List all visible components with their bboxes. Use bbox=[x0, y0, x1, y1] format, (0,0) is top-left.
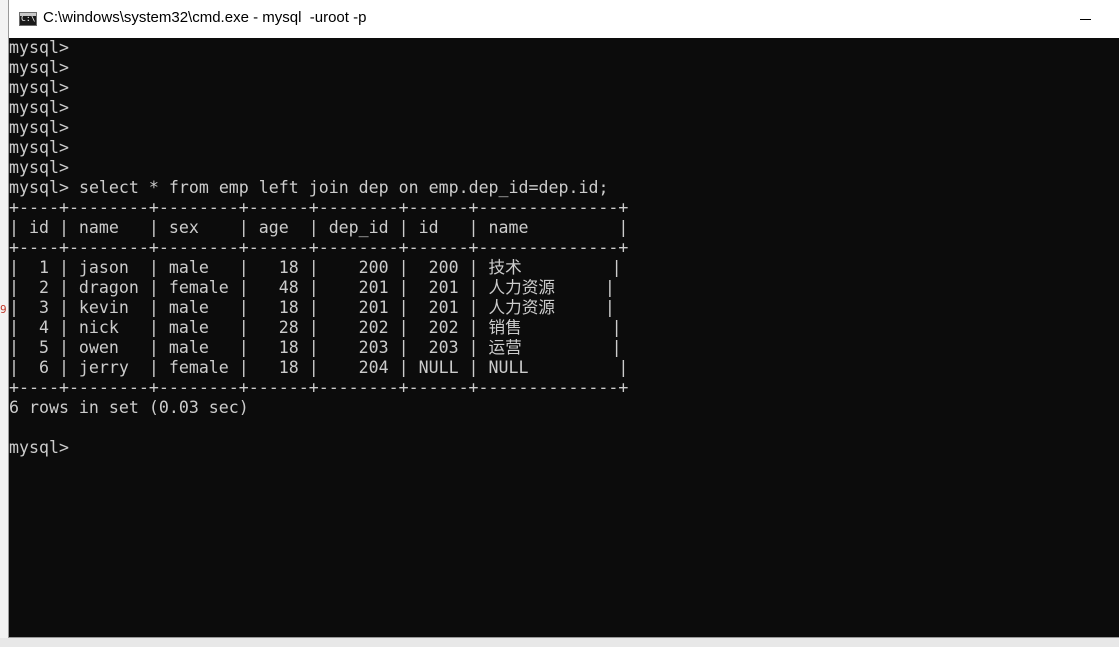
cmd-icon: C:\ bbox=[19, 12, 37, 26]
console-output[interactable]: mysql> mysql> mysql> mysql> mysql> mysql… bbox=[9, 38, 1119, 637]
table-row: | 4 | nick | male | 28 | 202 | 202 | 销售 … bbox=[9, 318, 622, 337]
prompt-line: mysql> bbox=[9, 58, 69, 77]
prompt-line: mysql> bbox=[9, 138, 69, 157]
prompt-line: mysql> bbox=[9, 38, 69, 57]
table-row: | 6 | jerry | female | 18 | 204 | NULL |… bbox=[9, 358, 629, 377]
sql-command: select * from emp left join dep on emp.d… bbox=[78, 178, 609, 197]
desktop-bottom-strip bbox=[0, 638, 1119, 647]
table-row: | 3 | kevin | male | 18 | 201 | 201 | 人力… bbox=[9, 298, 615, 317]
prompt-line: mysql> bbox=[9, 118, 69, 137]
scrollbar[interactable] bbox=[1102, 38, 1119, 637]
prompt-line: mysql> bbox=[9, 78, 69, 97]
table-header: | id | name | sex | age | dep_id | id | … bbox=[9, 218, 629, 237]
table-border: +----+--------+--------+------+--------+… bbox=[9, 378, 629, 397]
result-summary: 6 rows in set (0.03 sec) bbox=[9, 398, 249, 417]
final-prompt[interactable]: mysql> bbox=[9, 438, 1119, 458]
table-row: | 1 | jason | male | 18 | 200 | 200 | 技术… bbox=[9, 258, 622, 277]
cmd-window[interactable]: C:\ C:\windows\system32\cmd.exe - mysql … bbox=[8, 0, 1119, 638]
title-bar[interactable]: C:\ C:\windows\system32\cmd.exe - mysql … bbox=[9, 0, 1119, 38]
table-border: +----+--------+--------+------+--------+… bbox=[9, 198, 629, 217]
table-border: +----+--------+--------+------+--------+… bbox=[9, 238, 629, 257]
command-line: mysql> select * from emp left join dep o… bbox=[9, 178, 1119, 198]
window-title: C:\windows\system32\cmd.exe - mysql -uro… bbox=[43, 9, 367, 26]
table-row: | 5 | owen | male | 18 | 203 | 203 | 运营 … bbox=[9, 338, 622, 357]
background-window-strip: 9 bbox=[0, 0, 8, 647]
prompt-line: mysql> bbox=[9, 98, 69, 117]
prompt-line: mysql> bbox=[9, 158, 69, 177]
minimize-icon bbox=[1080, 19, 1091, 20]
table-row: | 2 | dragon | female | 48 | 201 | 201 |… bbox=[9, 278, 615, 297]
prompt: mysql> bbox=[9, 178, 69, 197]
minimize-button[interactable] bbox=[1071, 8, 1101, 30]
background-window-fragment: 9 bbox=[0, 303, 7, 316]
